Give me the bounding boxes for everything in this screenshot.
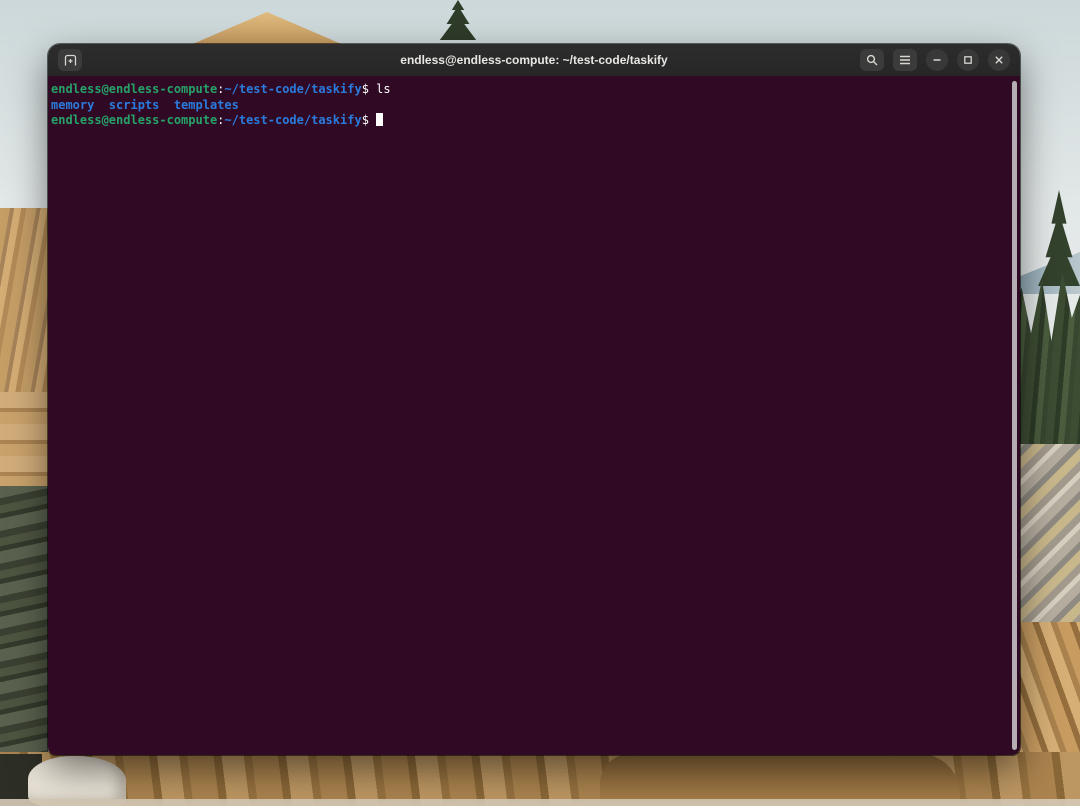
prompt-path: ~/test-code/taskify bbox=[224, 82, 361, 96]
maximize-icon bbox=[963, 55, 973, 65]
close-icon bbox=[994, 55, 1004, 65]
ls-output: memory scripts templates bbox=[51, 98, 1010, 114]
minimize-icon bbox=[932, 55, 942, 65]
wallpaper-beams bbox=[0, 392, 48, 488]
menu-button[interactable] bbox=[893, 49, 917, 71]
prompt-symbol: $ bbox=[362, 113, 376, 127]
new-tab-button[interactable] bbox=[58, 49, 82, 71]
prompt-user: endless@endless-compute bbox=[51, 113, 217, 127]
wallpaper-rock-scree bbox=[1012, 444, 1080, 640]
prompt-line-2: endless@endless-compute:~/test-code/task… bbox=[51, 113, 1010, 129]
wallpaper-ground-edge bbox=[0, 799, 1080, 806]
terminal-scrollbar[interactable] bbox=[1012, 81, 1017, 750]
search-button[interactable] bbox=[860, 49, 884, 71]
terminal-window: endless@endless-compute: ~/test-code/tas… bbox=[48, 44, 1020, 755]
prompt-line-1: endless@endless-compute:~/test-code/task… bbox=[51, 82, 1010, 98]
prompt-symbol: $ bbox=[362, 82, 376, 96]
close-button[interactable] bbox=[988, 49, 1010, 71]
prompt-user: endless@endless-compute bbox=[51, 82, 217, 96]
maximize-button[interactable] bbox=[957, 49, 979, 71]
titlebar[interactable]: endless@endless-compute: ~/test-code/tas… bbox=[48, 44, 1020, 76]
terminal-cursor bbox=[376, 113, 383, 126]
new-tab-icon bbox=[64, 54, 77, 66]
terminal-content[interactable]: endless@endless-compute:~/test-code/task… bbox=[48, 76, 1020, 755]
search-icon bbox=[866, 54, 878, 66]
hamburger-menu-icon bbox=[899, 55, 911, 65]
minimize-button[interactable] bbox=[926, 49, 948, 71]
command-text: ls bbox=[376, 82, 390, 96]
wallpaper-shingles bbox=[0, 208, 48, 394]
prompt-path: ~/test-code/taskify bbox=[224, 113, 361, 127]
